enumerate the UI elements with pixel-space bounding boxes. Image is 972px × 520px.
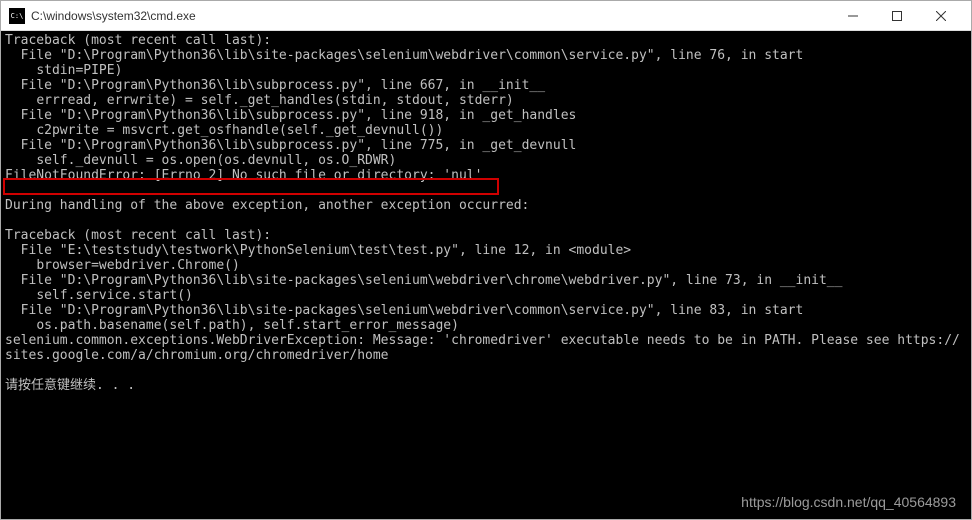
terminal-line: selenium.common.exceptions.WebDriverExce… <box>5 333 967 363</box>
close-button[interactable] <box>919 2 963 30</box>
terminal-line: stdin=PIPE) <box>5 63 967 78</box>
maximize-icon <box>892 11 902 21</box>
window-title: C:\windows\system32\cmd.exe <box>31 9 831 23</box>
terminal-line: File "D:\Program\Python36\lib\subprocess… <box>5 78 967 93</box>
window-controls <box>831 2 963 30</box>
terminal-line: Traceback (most recent call last): <box>5 228 967 243</box>
terminal-line: File "D:\Program\Python36\lib\site-packa… <box>5 273 967 288</box>
watermark: https://blog.csdn.net/qq_40564893 <box>741 494 956 510</box>
app-icon <box>9 8 25 24</box>
terminal-line: self._devnull = os.open(os.devnull, os.O… <box>5 153 967 168</box>
terminal-line: File "D:\Program\Python36\lib\site-packa… <box>5 48 967 63</box>
terminal-line: errread, errwrite) = self._get_handles(s… <box>5 93 967 108</box>
titlebar[interactable]: C:\windows\system32\cmd.exe <box>1 1 971 31</box>
terminal-line <box>5 183 967 198</box>
terminal-line <box>5 363 967 378</box>
terminal-line: c2pwrite = msvcrt.get_osfhandle(self._ge… <box>5 123 967 138</box>
terminal-line: During handling of the above exception, … <box>5 198 967 213</box>
terminal-line: FileNotFoundError: [Errno 2] No such fil… <box>5 168 967 183</box>
minimize-button[interactable] <box>831 2 875 30</box>
terminal-line: browser=webdriver.Chrome() <box>5 258 967 273</box>
close-icon <box>936 11 946 21</box>
terminal-line: os.path.basename(self.path), self.start_… <box>5 318 967 333</box>
minimize-icon <box>848 11 858 21</box>
terminal-line: File "E:\teststudy\testwork\PythonSeleni… <box>5 243 967 258</box>
terminal-line: self.service.start() <box>5 288 967 303</box>
maximize-button[interactable] <box>875 2 919 30</box>
terminal-line: File "D:\Program\Python36\lib\site-packa… <box>5 303 967 318</box>
terminal-line <box>5 213 967 228</box>
cmd-window: C:\windows\system32\cmd.exe Traceback (m… <box>0 0 972 520</box>
terminal-line: Traceback (most recent call last): <box>5 33 967 48</box>
terminal-line: 请按任意键继续. . . <box>5 378 967 393</box>
terminal-line: File "D:\Program\Python36\lib\subprocess… <box>5 108 967 123</box>
terminal-output[interactable]: Traceback (most recent call last): File … <box>1 31 971 519</box>
terminal-line: File "D:\Program\Python36\lib\subprocess… <box>5 138 967 153</box>
